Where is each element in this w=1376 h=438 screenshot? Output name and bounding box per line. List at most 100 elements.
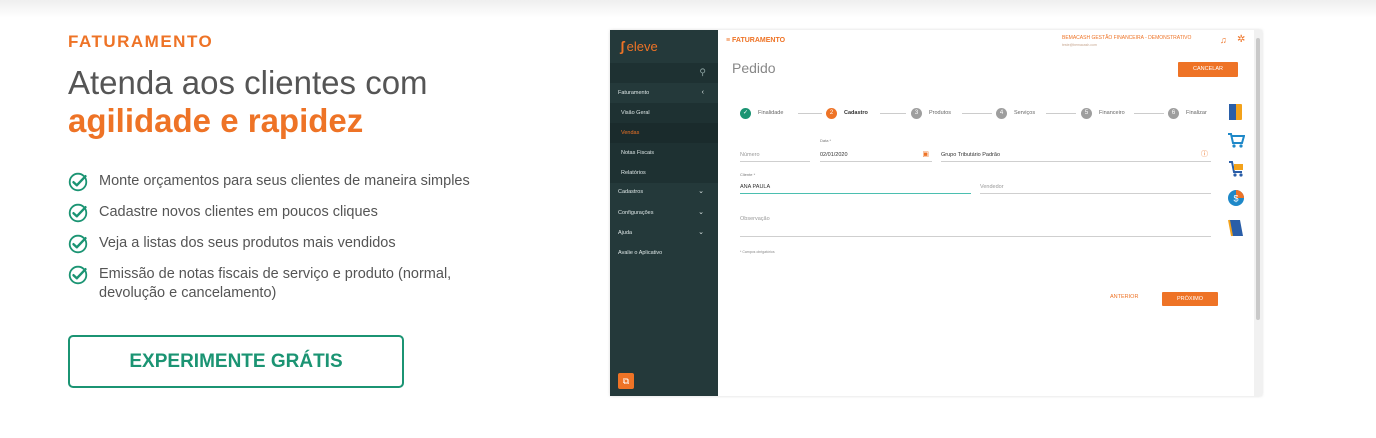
feature-text: Cadastre novos clientes em poucos clique…: [99, 204, 378, 220]
section-eyebrow: FATURAMENTO: [68, 32, 214, 51]
sidebar-search[interactable]: ⚲: [610, 63, 718, 83]
step-connector: [798, 113, 822, 114]
check-circle-icon: [68, 265, 88, 285]
chevron-down-icon: ⌄: [698, 229, 704, 236]
feature-text: Veja a listas dos seus produtos mais ven…: [99, 235, 396, 251]
sidebar-item-label: Visão Geral: [621, 110, 650, 116]
grupo-tributario-field[interactable]: Grupo Tributário Padrão ⓘ: [941, 142, 1211, 162]
check-circle-icon: [68, 203, 88, 223]
app-screenshot: ʃ eleve ⚲ Faturamento ‹ Visão Geral Vend…: [610, 30, 1262, 396]
vendedor-field[interactable]: Vendedor: [980, 172, 1211, 194]
calendar-icon[interactable]: ▣: [922, 150, 929, 158]
data-field[interactable]: Data * 02/01/2020 ▣: [820, 138, 932, 162]
data-value: 02/01/2020: [820, 152, 848, 158]
step-marker: 5: [1081, 107, 1092, 119]
cliente-field[interactable]: Cliente * ANA PAULA: [740, 172, 971, 194]
step-marker: 3: [911, 107, 922, 119]
step-marker: 2: [826, 107, 837, 119]
check-circle-icon: [68, 172, 88, 192]
feature-item: Cadastre novos clientes em poucos clique…: [68, 203, 488, 223]
step-connector: [880, 113, 906, 114]
sidebar-item-visao-geral[interactable]: Visão Geral: [610, 103, 718, 123]
step-marker: 4: [996, 107, 1007, 119]
proximo-button[interactable]: PRÓXIMO: [1162, 292, 1218, 306]
gear-icon[interactable]: ✲: [1237, 34, 1245, 45]
anterior-button[interactable]: ANTERIOR: [1110, 294, 1138, 300]
step-label: Produtos: [929, 110, 952, 116]
step-financeiro[interactable]: 5 Financeiro: [1081, 107, 1125, 119]
app-logo[interactable]: ʃ eleve: [620, 38, 658, 54]
cliente-label: Cliente *: [740, 172, 756, 177]
bell-icon[interactable]: ♫: [1220, 35, 1227, 45]
sidebar-item-notas-fiscais[interactable]: Notas Fiscais: [610, 143, 718, 163]
svg-text:$: $: [1233, 194, 1238, 204]
numero-placeholder: Número: [740, 152, 760, 158]
cliente-value: ANA PAULA: [740, 184, 771, 190]
step-marker: 6: [1168, 107, 1179, 119]
search-icon: ⚲: [699, 67, 706, 77]
feature-item: Monte orçamentos para seus clientes de m…: [68, 172, 488, 192]
cart-icon[interactable]: [1227, 130, 1245, 150]
chevron-left-icon: ‹: [701, 89, 704, 96]
logo-text: eleve: [626, 38, 658, 54]
help-icon[interactable]: ⓘ: [1201, 149, 1208, 159]
sidebar-item-ajuda[interactable]: Ajuda ⌄: [610, 223, 718, 243]
feature-text: Monte orçamentos para seus clientes de m…: [99, 173, 470, 189]
check-circle-icon: [68, 234, 88, 254]
observacao-placeholder: Observação: [740, 216, 770, 222]
sidebar-item-label: Configurações: [618, 210, 654, 216]
step-marker: ✓: [740, 107, 751, 119]
vendedor-placeholder: Vendedor: [980, 184, 1004, 190]
sidebar-item-relatorios[interactable]: Relatórios: [610, 163, 718, 183]
grupo-value: Grupo Tributário Padrão: [941, 152, 1001, 158]
chat-icon[interactable]: ⧉: [618, 373, 634, 389]
sidebar-item-label: Avalie o Aplicativo: [618, 250, 663, 256]
company-email: teste@bemacash.com: [1062, 43, 1097, 47]
company-label: BEMACASH GESTÃO FINANCEIRA - DEMONSTRATI…: [1062, 35, 1192, 41]
data-label: Data *: [820, 138, 832, 143]
cancel-button[interactable]: CANCELAR: [1178, 62, 1238, 77]
feature-item: Veja a listas dos seus produtos mais ven…: [68, 234, 488, 254]
experimente-gratis-button[interactable]: EXPERIMENTE GRÁTIS: [68, 335, 404, 388]
step-servicos[interactable]: 4 Serviços: [996, 107, 1035, 119]
scroll-thumb[interactable]: [1256, 38, 1260, 320]
page-title: Pedido: [732, 60, 776, 76]
sidebar-item-label: Faturamento: [618, 90, 650, 96]
observacao-field[interactable]: Observação: [740, 210, 1211, 237]
headline-accent: agilidade e rapidez: [68, 102, 364, 139]
step-cadastro[interactable]: 2 Cadastro: [826, 107, 868, 119]
sidebar-item-label: Notas Fiscais: [621, 150, 655, 156]
stepper: ✓ Finalidade 2 Cadastro 3 Produtos 4 Ser…: [740, 107, 1210, 119]
feature-item: Emissão de notas fiscais de serviço e pr…: [68, 265, 488, 303]
required-note: * Campos obrigatórios: [740, 250, 775, 254]
headline: Atenda aos clientes com agilidade e rapi…: [68, 64, 428, 140]
sidebar-item-label: Vendas: [621, 130, 640, 136]
step-connector: [1046, 113, 1076, 114]
headline-main: Atenda aos clientes com: [68, 64, 428, 101]
trolley-icon[interactable]: [1227, 159, 1245, 179]
sidebar-item-cadastros[interactable]: Cadastros ⌄: [610, 182, 718, 202]
sidebar-item-faturamento[interactable]: Faturamento ‹: [610, 83, 718, 103]
step-label: Finalidade: [758, 110, 784, 116]
topbar-title[interactable]: ≡ FATURAMENTO: [726, 37, 785, 44]
step-label: Cadastro: [844, 110, 868, 116]
chevron-down-icon: ⌄: [698, 188, 704, 195]
feature-text: Emissão de notas fiscais de serviço e pr…: [99, 266, 452, 301]
money-icon[interactable]: $: [1227, 188, 1245, 208]
notebook-icon[interactable]: [1227, 218, 1245, 238]
sidebar-item-label: Cadastros: [618, 189, 644, 195]
sidebar-item-label: Relatórios: [621, 170, 646, 176]
sidebar: ʃ eleve ⚲ Faturamento ‹ Visão Geral Vend…: [610, 30, 718, 396]
step-label: Serviços: [1014, 110, 1036, 116]
numero-field[interactable]: Número: [740, 142, 810, 162]
sidebar-item-avalie[interactable]: Avalie o Aplicativo: [610, 243, 718, 263]
step-finalizar[interactable]: 6 Finalizar: [1168, 107, 1207, 119]
step-connector: [962, 113, 992, 114]
chevron-down-icon: ⌄: [698, 209, 704, 216]
sidebar-item-configuracoes[interactable]: Configurações ⌄: [610, 203, 718, 223]
sidebar-item-vendas[interactable]: Vendas: [610, 123, 718, 143]
step-produtos[interactable]: 3 Produtos: [911, 107, 951, 119]
scrollbar[interactable]: [1254, 30, 1262, 396]
book-icon[interactable]: [1227, 102, 1245, 122]
step-finalidade[interactable]: ✓ Finalidade: [740, 107, 783, 119]
